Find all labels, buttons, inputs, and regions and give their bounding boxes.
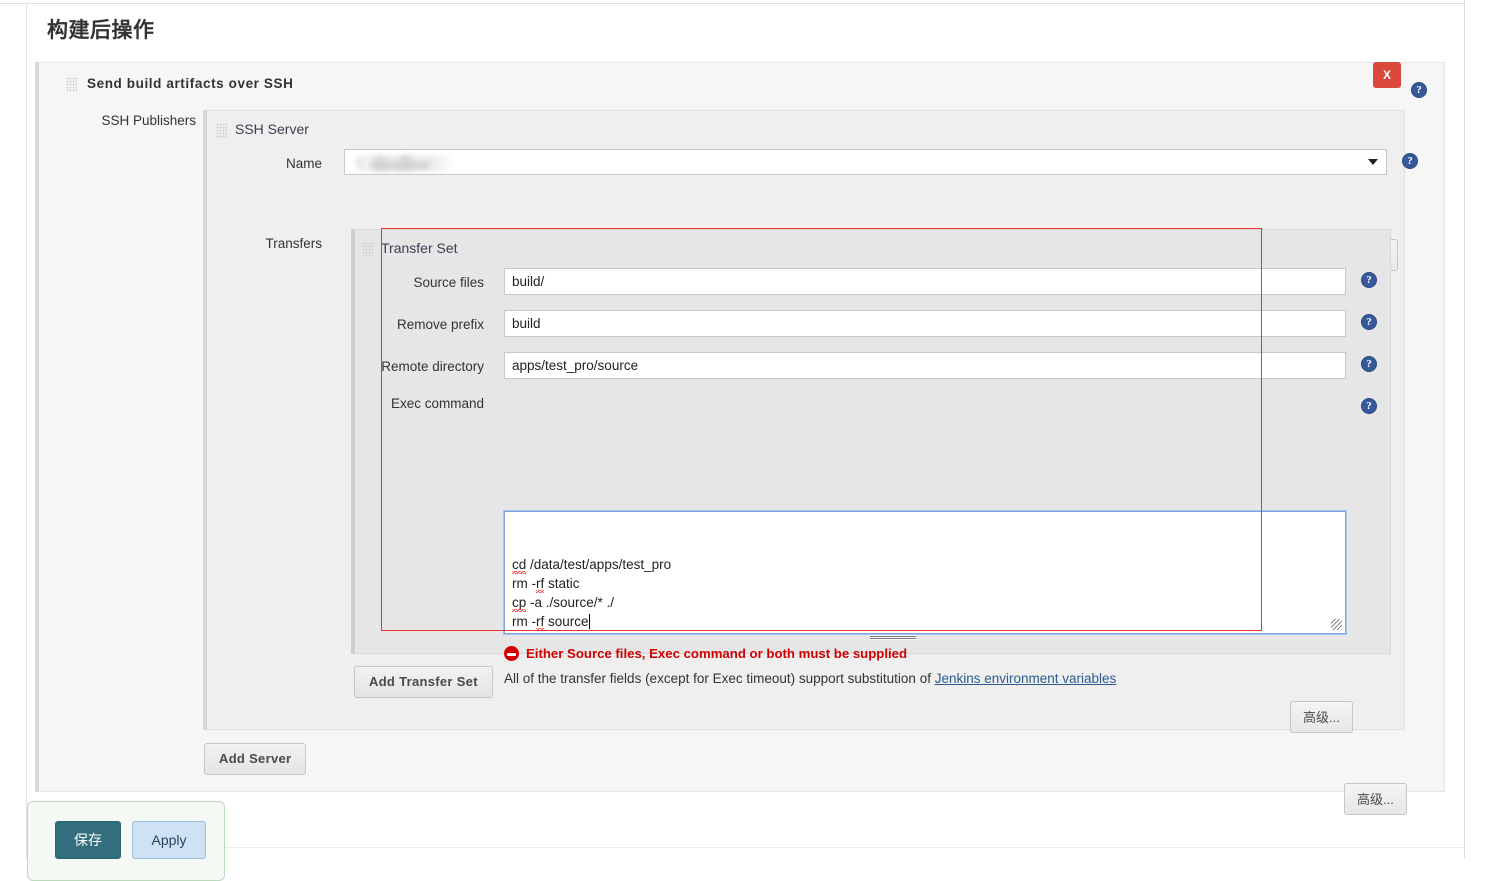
add-transfer-set-button[interactable]: Add Transfer Set: [354, 666, 493, 698]
transfers-panel: Transfer Set Source files ? Remove prefi…: [351, 229, 1391, 733]
apply-button[interactable]: Apply: [132, 821, 206, 859]
exec-command-line: rm -rf static: [512, 576, 580, 591]
ssh-server-panel: SSH Server Name ? 高级... Transfers Transf…: [203, 110, 1418, 733]
advanced-button-transfer-set[interactable]: 高级...: [1290, 701, 1353, 733]
source-files-help-icon[interactable]: ?: [1361, 272, 1377, 288]
save-button[interactable]: 保存: [55, 821, 121, 859]
exec-command-line: cd /data/test/apps/test_pro: [512, 557, 672, 572]
publisher-title-text: Send build artifacts over SSH: [87, 76, 294, 91]
redacted-name-value-2: [370, 161, 430, 170]
validation-error: Either Source files, Exec command or bot…: [504, 646, 907, 661]
substitution-hint: All of the transfer fields (except for E…: [504, 671, 1116, 686]
exec-command-help-icon[interactable]: ?: [1361, 398, 1377, 414]
transfer-set-title: Transfer Set: [362, 240, 458, 257]
spellcheck-underline: rf: [536, 614, 545, 629]
left-rail-divider: [26, 4, 27, 859]
close-button[interactable]: X: [1373, 62, 1401, 88]
top-divider: [0, 3, 1465, 4]
source-files-input[interactable]: [504, 268, 1346, 295]
textarea-drag-handle[interactable]: [870, 635, 916, 640]
ssh-server-title: SSH Server: [216, 121, 309, 138]
exec-command-line: rm -rf source: [512, 614, 590, 629]
ssh-publisher-block: Send build artifacts over SSH X ? SSH Pu…: [35, 62, 1445, 815]
drag-handle-icon[interactable]: [362, 241, 373, 257]
add-server-button[interactable]: Add Server: [204, 743, 307, 775]
right-divider: [1464, 0, 1465, 859]
remove-prefix-label: Remove prefix: [396, 317, 484, 332]
ssh-server-name-select[interactable]: [344, 149, 1387, 175]
remove-prefix-help-icon[interactable]: ?: [1361, 314, 1377, 330]
save-action-bar: 保存 Apply: [27, 801, 225, 881]
exec-command-label: Exec command: [390, 396, 484, 411]
spellcheck-underline: cd: [512, 557, 527, 572]
remote-directory-help-icon[interactable]: ?: [1361, 356, 1377, 372]
footer-divider: [225, 847, 1464, 848]
remote-directory-label: Remote directory: [381, 359, 484, 374]
transfers-label: Transfers: [265, 236, 322, 251]
error-icon: [504, 646, 519, 661]
remote-directory-input[interactable]: [504, 352, 1346, 379]
drag-handle-icon[interactable]: [66, 76, 77, 92]
substitution-hint-text: All of the transfer fields (except for E…: [504, 671, 935, 686]
ssh-publishers-label: SSH Publishers: [101, 113, 196, 128]
name-label: Name: [285, 156, 322, 171]
spellcheck-underline: cp: [512, 595, 527, 610]
spellcheck-underline: rf: [536, 576, 545, 591]
jenkins-env-vars-link[interactable]: Jenkins environment variables: [935, 671, 1117, 686]
exec-command-content: cd /data/test/apps/test_prorm -rf static…: [512, 555, 1338, 631]
chevron-down-icon[interactable]: [1368, 159, 1378, 165]
exec-command-textarea[interactable]: cd /data/test/apps/test_prorm -rf static…: [503, 510, 1347, 635]
validation-error-text: Either Source files, Exec command or bot…: [526, 646, 908, 661]
ssh-server-title-text: SSH Server: [235, 121, 309, 137]
transfer-set-title-text: Transfer Set: [381, 240, 458, 256]
name-help-icon[interactable]: ?: [1402, 153, 1418, 169]
text-cursor: [588, 614, 590, 629]
advanced-button-footer[interactable]: 高级...: [1344, 783, 1407, 815]
drag-handle-icon[interactable]: [216, 122, 227, 138]
source-files-label: Source files: [413, 275, 484, 290]
publisher-help-icon[interactable]: ?: [1411, 82, 1427, 98]
exec-command-line: cp -a ./source/* ./: [512, 595, 615, 610]
publisher-title: Send build artifacts over SSH: [66, 76, 293, 92]
remove-prefix-input[interactable]: [504, 310, 1346, 337]
page-title: 构建后操作: [47, 19, 155, 42]
